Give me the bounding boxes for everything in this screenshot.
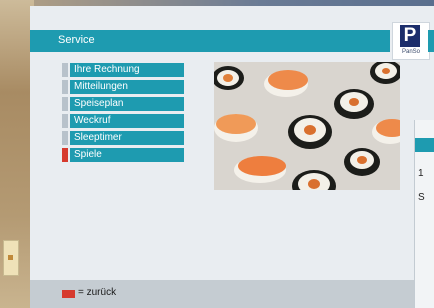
logo-letter: P [400, 25, 420, 47]
menu-marker [62, 131, 68, 145]
nigiri [214, 114, 258, 142]
logo-text: PanSo [401, 49, 420, 55]
menu-item-label: Ihre Rechnung [74, 64, 140, 75]
menu-item-label: Spiele [74, 149, 102, 160]
menu-marker [62, 97, 68, 111]
footer-bar: = zurück [30, 280, 414, 308]
maki-roll [334, 89, 374, 119]
menu-item-mitteilungen[interactable]: Mitteilungen [62, 80, 184, 94]
partial-overlay-window: 1 S [414, 120, 434, 308]
menu-item-label: Sleeptimer [74, 132, 122, 143]
menu-item-sleeptimer[interactable]: Sleeptimer [62, 131, 184, 145]
wall-switch [3, 240, 19, 276]
title-bar: Service [30, 30, 390, 52]
menu-item-label: Mitteilungen [74, 81, 128, 92]
menu-item-weckruf[interactable]: Weckruf [62, 114, 184, 128]
service-menu: Ihre Rechnung Mitteilungen Speiseplan We… [62, 63, 184, 165]
sushi-photo [214, 62, 400, 190]
page-title: Service [58, 34, 95, 46]
menu-item-speiseplan[interactable]: Speiseplan [62, 97, 184, 111]
maki-roll [288, 115, 332, 149]
sushi-image [214, 62, 400, 190]
menu-marker-selected [62, 148, 68, 162]
menu-marker [62, 80, 68, 94]
menu-item-label: Weckruf [74, 115, 111, 126]
red-key-icon[interactable] [62, 290, 75, 298]
title-bar-end [428, 30, 434, 52]
menu-marker [62, 63, 68, 77]
menu-item-ihre-rechnung[interactable]: Ihre Rechnung [62, 63, 184, 77]
maki-roll [344, 148, 380, 176]
switch-indicator [8, 255, 13, 260]
overlay-title-bar [415, 138, 434, 152]
menu-item-label: Speiseplan [74, 98, 124, 109]
menu-marker [62, 114, 68, 128]
back-hint: = zurück [78, 287, 117, 298]
brand-logo: P PanSo [392, 22, 430, 60]
menu-item-spiele[interactable]: Spiele [62, 148, 184, 162]
tv-screen: Service P PanSo Ihre Rechnung Mitteilung… [30, 6, 434, 308]
overlay-text: 1 [418, 168, 424, 179]
overlay-text: S [418, 192, 425, 203]
